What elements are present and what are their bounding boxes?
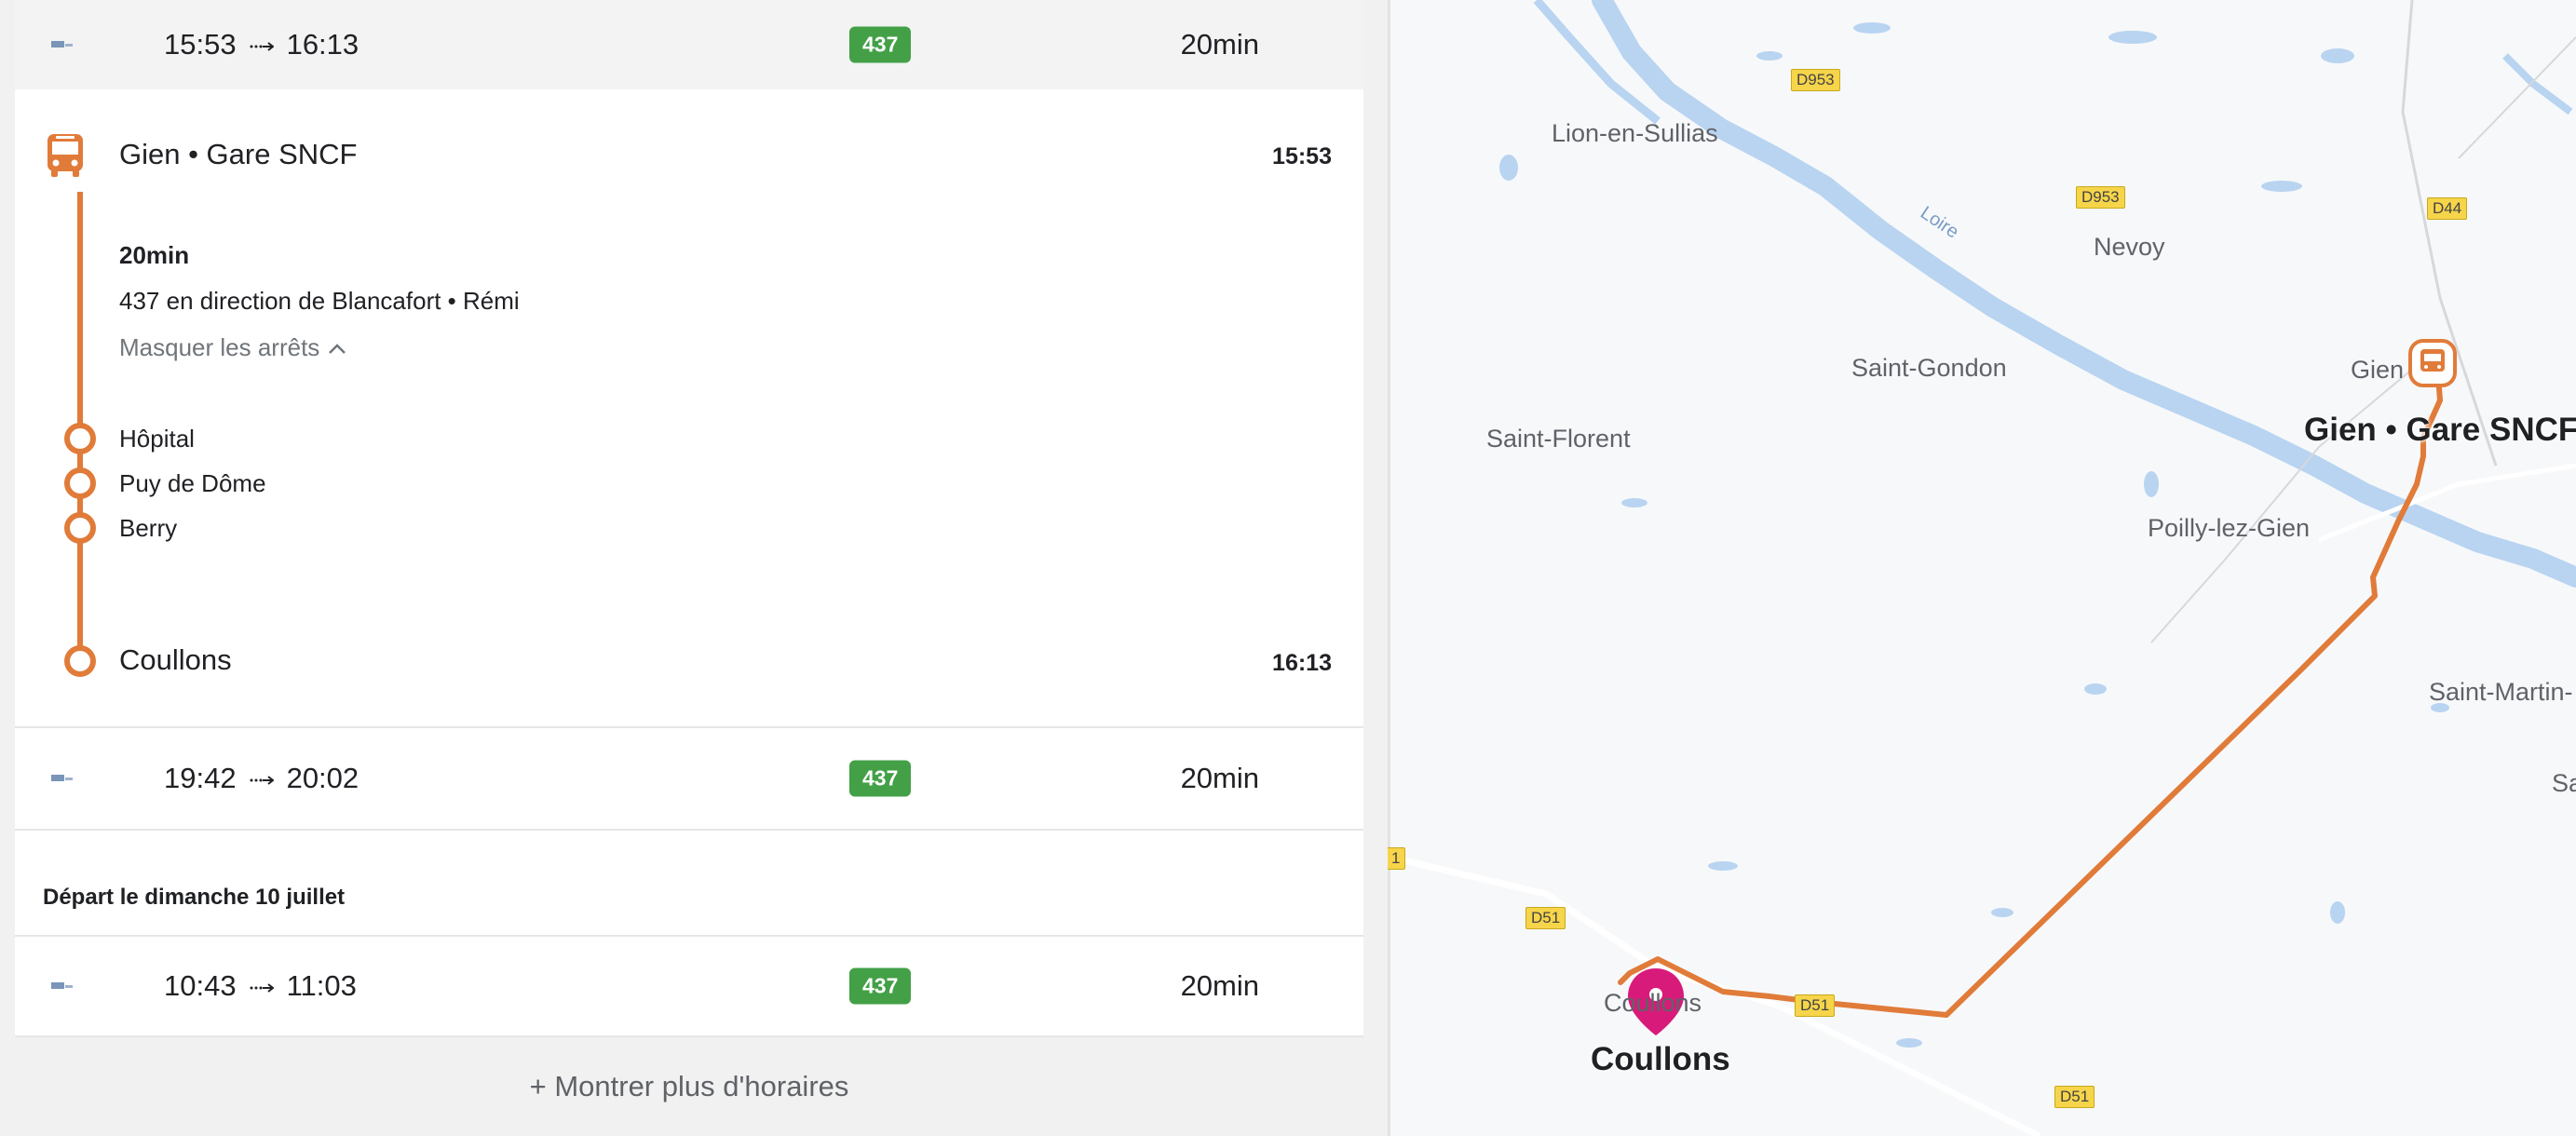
trip-row[interactable]: 15:53 16:13 437 20min [15,0,1363,89]
town-label: Saint-Florent [1486,425,1631,453]
destination-circle [64,645,96,677]
town-label: Gien [2351,356,2405,384]
arrow-icon [250,983,274,993]
bus-mini-icon [51,775,73,781]
direction-text: 437 en direction de Blancafort • Rémi [119,287,520,315]
destination-time: 16:13 [1272,650,1332,676]
arrow-icon [250,776,274,785]
map-view[interactable]: Loire Lion-en-Sullias Nevoy Saint-Gondon… [1388,0,2576,1136]
itinerary-panel: 15:53 16:13 437 20min Gien • Gare SNCF 15… [0,0,1388,1136]
trip-detail: Gien • Gare SNCF 15:53 20min 437 en dire… [15,89,1363,728]
trip-times: 10:43 11:03 [164,969,357,1003]
arrive-time: 16:13 [286,28,359,61]
origin-time: 15:53 [1272,143,1332,169]
bus-mini-icon [51,41,73,47]
show-more-button[interactable]: + Montrer plus d'horaires [15,1037,1363,1136]
ride-duration: 20min [119,241,190,269]
stop-name: Hôpital [119,425,195,453]
trip-times: 15:53 16:13 [164,28,359,61]
arrive-time: 11:03 [286,969,357,1002]
hide-stops-label: Masquer les arrêts [119,333,320,361]
stop-name: Berry [119,514,178,542]
stop-circle [64,423,96,454]
trip-row[interactable]: 19:42 20:02 437 20min [15,728,1363,831]
day-section: Départ le dimanche 10 juillet [15,831,1363,937]
destination-stop-name: Coullons [119,643,232,676]
town-label: Sa [2552,769,2576,797]
origin-map-label: Gien • Gare SNCF [2304,412,2576,448]
depart-time: 15:53 [164,28,237,61]
bus-mini-icon [51,982,73,989]
trip-row[interactable]: 10:43 11:03 437 20min [15,937,1363,1037]
line-badge: 437 [849,760,912,797]
road-shield: 1 [1388,847,1406,870]
town-label: Saint-Martin- [2429,678,2573,706]
origin-stop-name: Gien • Gare SNCF [119,138,358,170]
depart-time: 10:43 [164,969,237,1002]
stop-name: Puy de Dôme [119,469,266,497]
hide-stops-toggle[interactable]: Masquer les arrêts [119,333,347,362]
town-label: Saint-Gondon [1851,354,2007,382]
trip-duration: 20min [1180,969,1259,1002]
depart-time: 19:42 [164,762,237,794]
trip-duration: 20min [1180,28,1259,61]
road-shield: D44 [2427,197,2468,220]
trip-duration: 20min [1180,762,1259,794]
road-shield: D51 [2054,1086,2095,1108]
chevron-up-icon [329,344,346,355]
trip-times: 19:42 20:02 [164,762,359,795]
road-shield: D51 [1525,907,1566,929]
town-label: Lion-en-Sullias [1552,119,1718,147]
bus-icon [47,134,83,177]
section-header: Départ le dimanche 10 juillet [43,885,346,910]
road-shield: D51 [1795,994,1836,1017]
road-shield: D953 [1791,69,1840,91]
town-label: Poilly-lez-Gien [2148,514,2311,542]
arrow-icon [250,42,274,51]
line-badge: 437 [849,26,912,63]
road-shield: D953 [2076,186,2125,209]
stop-circle [64,512,96,544]
arrive-time: 20:02 [286,762,359,794]
map-canvas [1388,0,2576,1136]
stop-circle [64,467,96,499]
town-label: Nevoy [2094,233,2165,261]
destination-map-label: Coullons [1591,1041,1730,1077]
town-label: Coullons [1604,989,1702,1017]
line-badge: 437 [849,967,912,1005]
